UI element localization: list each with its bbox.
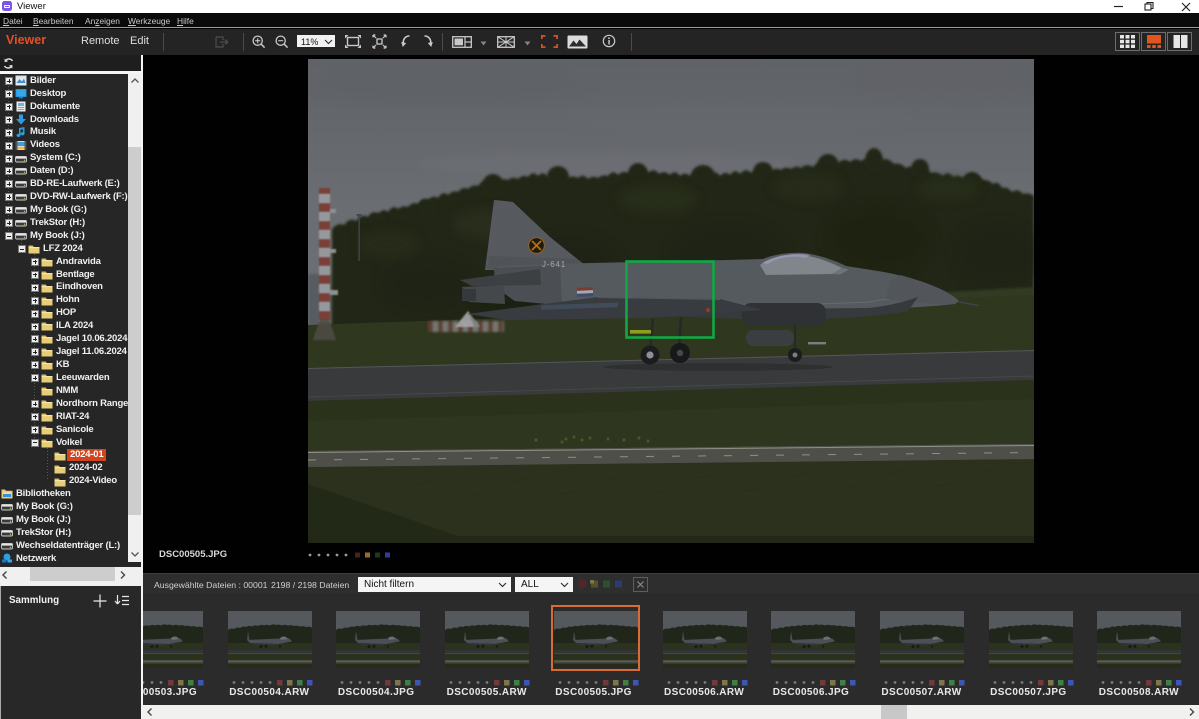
svg-text:J-641: J-641 — [542, 260, 566, 269]
